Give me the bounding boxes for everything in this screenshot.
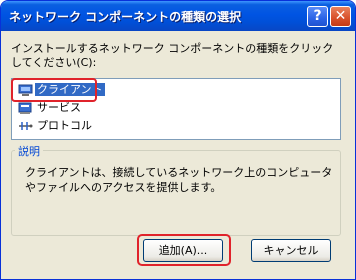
cancel-button[interactable]: キャンセル	[251, 239, 331, 262]
service-icon	[18, 102, 32, 114]
instruction-text: インストールするネットワーク コンポーネントの種類をクリックしてください(C):	[11, 42, 334, 69]
close-icon: ✕	[334, 8, 347, 24]
list-item-service[interactable]: サービス	[18, 100, 83, 116]
help-button[interactable]: ?	[307, 6, 328, 27]
dialog-body: インストールするネットワーク コンポーネントの種類をクリックしてください(C):…	[5, 31, 351, 275]
annotation-highlight-client	[11, 78, 97, 102]
list-item-label: プロトコル	[37, 119, 92, 132]
title-bar[interactable]: ネットワーク コンポーネントの種類の選択 ? ✕	[1, 1, 355, 31]
dialog-window: ネットワーク コンポーネントの種類の選択 ? ✕ インストールするネットワーク …	[0, 0, 356, 280]
add-button[interactable]: 追加(A)...	[143, 239, 223, 262]
close-button[interactable]: ✕	[330, 6, 351, 27]
help-icon: ?	[313, 8, 322, 24]
protocol-icon	[19, 121, 33, 130]
description-text: クライアントは、接続しているネットワーク上のコンピュータやファイルへのアクセスを…	[25, 166, 333, 194]
list-item-protocol[interactable]: プロトコル	[18, 118, 94, 134]
dialog-title: ネットワーク コンポーネントの種類の選択	[9, 10, 242, 24]
list-item-label: サービス	[37, 101, 81, 114]
description-group-label: 説明	[15, 143, 43, 159]
